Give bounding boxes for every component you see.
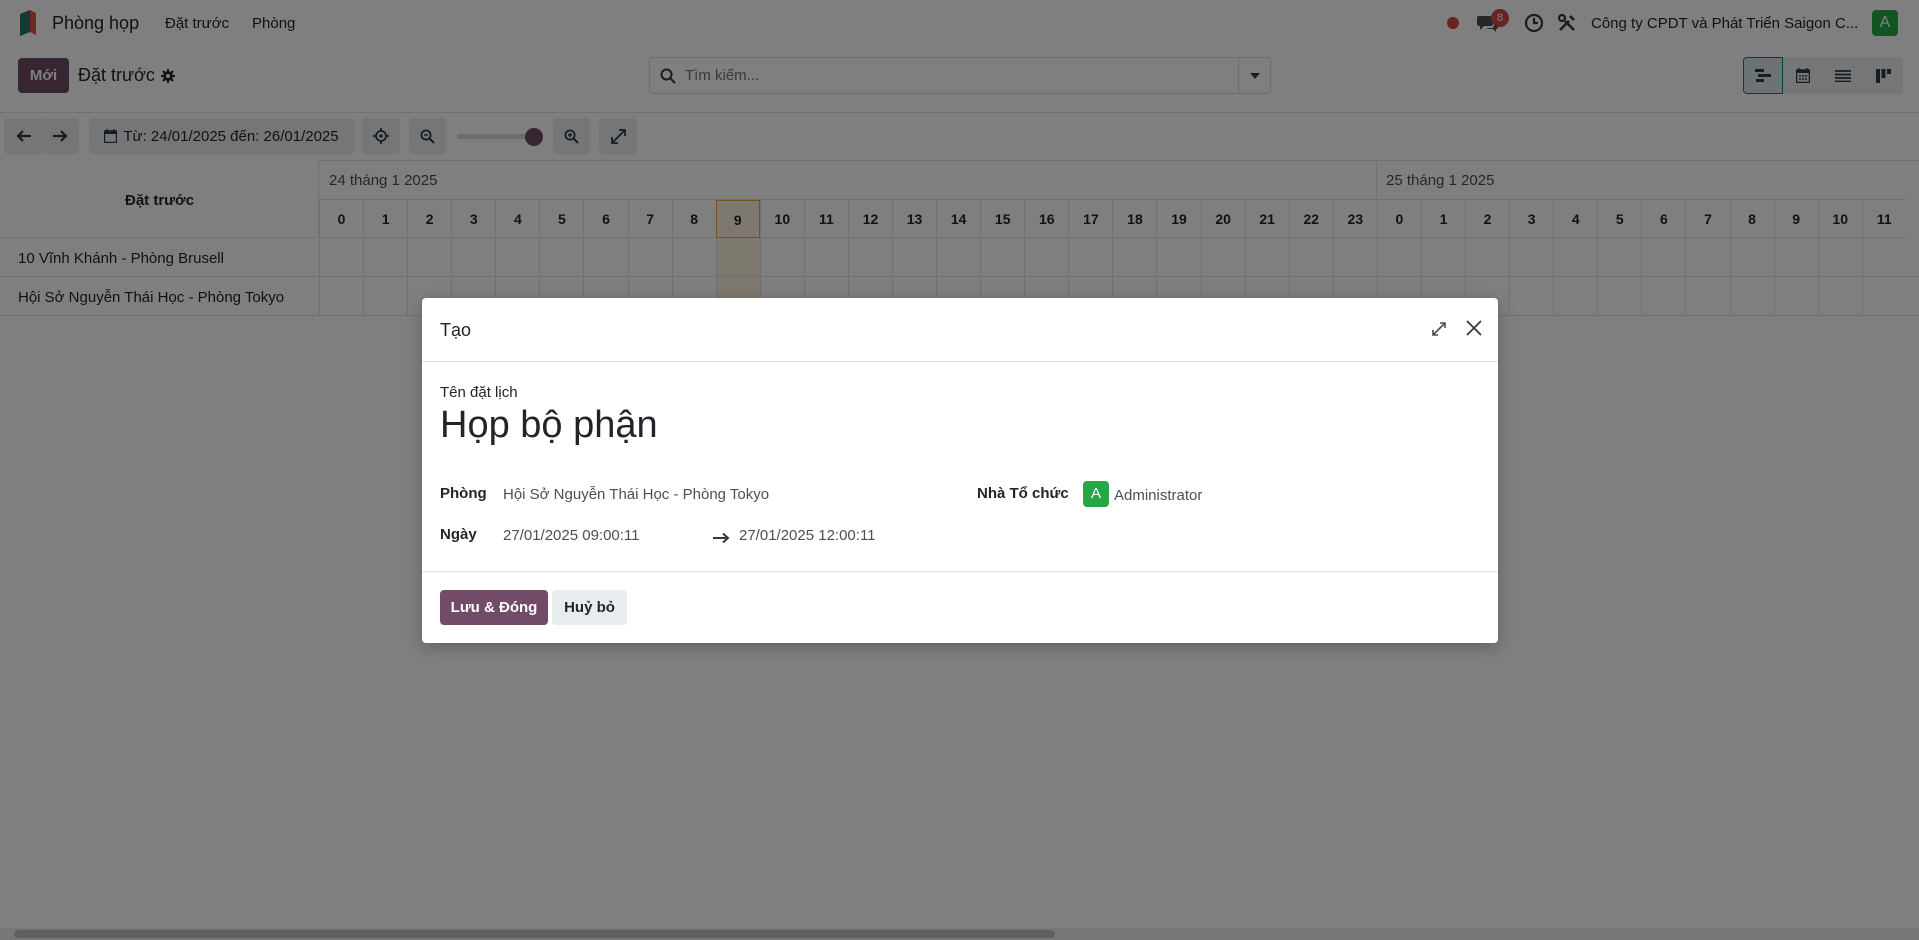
expand-dialog-icon[interactable]	[1430, 320, 1448, 338]
organizer-avatar: A	[1083, 481, 1109, 507]
dialog-title: Tạo	[440, 320, 472, 340]
date-label: Ngày	[440, 526, 477, 543]
dialog-header	[422, 298, 1498, 362]
close-icon[interactable]	[1464, 318, 1484, 338]
organizer-label: Nhà Tổ chức	[977, 485, 1069, 502]
room-field[interactable]: Hội Sở Nguyễn Thái Học - Phòng Tokyo	[503, 486, 769, 503]
create-dialog: Tạo Tên đặt lịch Họp bộ phận Phòng Hội S…	[422, 298, 1498, 643]
cancel-button[interactable]: Huỷ bỏ	[552, 590, 627, 625]
arrow-right-icon	[713, 532, 730, 544]
start-datetime-field[interactable]: 27/01/2025 09:00:11	[503, 527, 640, 544]
booking-name-label: Tên đặt lịch	[440, 384, 518, 401]
room-label: Phòng	[440, 485, 487, 502]
booking-name-field[interactable]: Họp bộ phận	[440, 404, 658, 447]
end-datetime-field[interactable]: 27/01/2025 12:00:11	[739, 527, 876, 544]
organizer-field[interactable]: Administrator	[1114, 487, 1202, 504]
save-close-button[interactable]: Lưu & Đóng	[440, 590, 548, 625]
